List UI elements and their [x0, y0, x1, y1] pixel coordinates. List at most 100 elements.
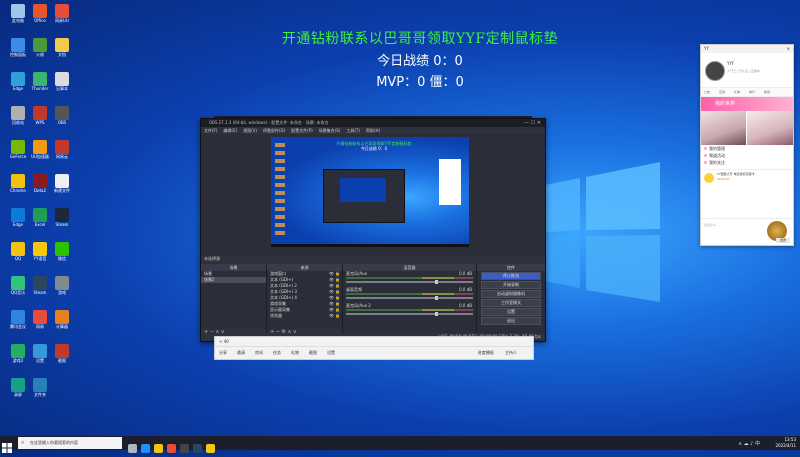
app-icon — [33, 72, 47, 86]
menu-item[interactable]: 停靠部件(D) — [263, 128, 285, 133]
preview-chat — [439, 159, 461, 205]
mixer-channel: 麦克风/Aux 0.0 dB — [343, 271, 476, 287]
volume-slider[interactable] — [346, 280, 473, 284]
room-action-button[interactable]: 任务 — [273, 350, 281, 355]
room-action-button[interactable]: 截图 — [309, 350, 317, 355]
control-button[interactable]: 设置 — [481, 308, 541, 316]
lock-icon[interactable]: 🔒 — [335, 313, 340, 319]
system-tray-icons[interactable]: ∧ ☁ ♪ 中 — [738, 440, 760, 447]
chrome-icon[interactable] — [167, 444, 176, 453]
chat-app-name: YY — [704, 46, 709, 51]
chat-tab[interactable]: 互动 — [719, 90, 725, 94]
obs-preview[interactable]: 开通钻粉联系以巴哥哥领取YYF定制鼠标垫 今日战绩 0：0 — [271, 137, 469, 247]
eye-icon[interactable]: 👁 — [329, 313, 334, 319]
stream-overlay: 开通钻粉联系以巴哥哥领取YYF定制鼠标垫 今日战绩 0：0 MVP：0 僵：0 — [260, 28, 580, 90]
desktop-icon-label: 文档 — [58, 52, 66, 57]
source-item[interactable]: 浏览器 👁 🔒 — [267, 313, 342, 319]
overlay-stats-line1: 今日战绩 0：0 — [377, 54, 463, 69]
photo-1[interactable] — [701, 111, 746, 145]
chat-tab[interactable]: 公告 — [704, 90, 710, 94]
control-button[interactable]: 工作室模式 — [481, 299, 541, 307]
menu-item[interactable]: 视图(V) — [243, 128, 257, 133]
taskbar-clock[interactable]: 13:53 2022/4/11 — [775, 437, 796, 449]
desktop-icon[interactable]: 截图 — [46, 344, 78, 372]
chat-tab[interactable]: 排行 — [749, 90, 755, 94]
chat-tabs: 公告 互动 礼物 排行 粉丝 — [701, 88, 793, 97]
control-button[interactable]: 开始录制 — [481, 281, 541, 289]
volume-meter — [346, 309, 473, 311]
steam-icon[interactable] — [193, 444, 202, 453]
desktop-icon[interactable]: 网易UU — [46, 4, 78, 32]
desktop-icon-label: 游戏 — [58, 290, 66, 295]
taskbar-search-input[interactable]: ⌕ 在这里输入你要搜索的内容 — [18, 437, 122, 449]
control-button[interactable]: 退出 — [481, 317, 541, 325]
room-toolbar-top[interactable]: < 40 — [215, 337, 533, 346]
controls-header: 控件 — [477, 264, 545, 271]
desktop-icon[interactable]: 文档 — [46, 38, 78, 66]
yy-icon[interactable] — [206, 444, 215, 453]
room-action-button[interactable]: 邀请 — [237, 350, 245, 355]
chat-list-item[interactable]: 我的管理 — [701, 145, 793, 152]
volume-slider[interactable] — [346, 312, 473, 316]
edge-icon[interactable] — [141, 444, 150, 453]
close-icon[interactable]: ✕ — [787, 45, 790, 53]
app-icon — [11, 276, 25, 290]
mixer-channel-name: 麦克风/Aux 2 — [346, 303, 371, 308]
desktop-icon[interactable]: 游戏 — [46, 276, 78, 304]
room-action-button[interactable]: 分享 — [219, 350, 227, 355]
desktop-icon-label: 文件夹 — [34, 392, 46, 397]
sources-list: 游戏窗口 👁 🔒 文本 (GDI+) 👁 🔒 文本 (GDI+) 2 👁 🔒 文本 (GDI+) … — [267, 271, 342, 319]
desktop-icon[interactable]: 文件夹 — [24, 378, 56, 406]
obs-title-text: OBS 27.1.3 (64-bit, windows) - 配置文件: 未命名… — [209, 120, 329, 125]
send-button[interactable]: 发送 — [776, 238, 790, 243]
photo-2[interactable] — [747, 111, 793, 145]
control-button[interactable]: 启动虚拟摄像机 — [481, 290, 541, 298]
window-controls[interactable]: — ☐ ✕ — [524, 119, 541, 127]
chat-list-item[interactable]: 我的关注 — [701, 159, 793, 166]
desktop-icon[interactable]: 网易云 — [46, 140, 78, 168]
chat-banner[interactable]: 我的世界 — [701, 97, 793, 111]
obs-source-status: 未选择源 — [201, 255, 545, 263]
search-icon: ⌕ — [21, 439, 25, 446]
control-button[interactable]: 停止推流 — [481, 272, 541, 280]
gift-icon — [704, 173, 714, 183]
chat-tab[interactable]: 礼物 — [734, 90, 740, 94]
desktop-icon[interactable]: Steam — [46, 208, 78, 236]
host-button[interactable]: 主持人 — [505, 350, 517, 355]
menu-item[interactable]: 场景集合(S) — [319, 128, 341, 133]
explorer-icon[interactable] — [154, 444, 163, 453]
desktop-icon[interactable]: 记事本 — [46, 72, 78, 100]
room-action-button[interactable]: 礼物 — [291, 350, 299, 355]
mixer-db-value: 0.0 dB — [459, 287, 472, 292]
room-action-button[interactable]: 房间 — [255, 350, 263, 355]
chat-input-area[interactable]: 说点什么... 发送 — [701, 218, 793, 245]
obs-window: OBS 27.1.3 (64-bit, windows) - 配置文件: 未命名… — [200, 118, 546, 342]
desktop-icon[interactable]: 新建文件 — [46, 174, 78, 202]
app-icon — [33, 242, 47, 256]
volume-slider-handle[interactable] — [434, 280, 438, 284]
room-action-button[interactable]: 设置 — [327, 350, 335, 355]
task-view-icon[interactable] — [128, 444, 137, 453]
menu-item[interactable]: 帮助(H) — [366, 128, 380, 133]
chat-tab[interactable]: 粉丝 — [764, 90, 770, 94]
obs-icon[interactable] — [180, 444, 189, 453]
desktop-icon[interactable]: 计算器 — [46, 310, 78, 338]
gift-item[interactable]: YY国民大厅·电竞鼠标高级卡 5000.00 — [701, 169, 793, 186]
volume-slider-handle[interactable] — [434, 296, 438, 300]
menu-item[interactable]: 配置文件(P) — [291, 128, 313, 133]
desktop-icon[interactable]: 微信 — [46, 242, 78, 270]
avatar[interactable] — [705, 61, 725, 81]
progress-report-button[interactable]: 进度播报 — [478, 350, 494, 355]
mixer-db-value: 0.0 dB — [459, 271, 472, 276]
volume-slider[interactable] — [346, 296, 473, 300]
desktop-icon[interactable]: OBS — [46, 106, 78, 134]
start-button[interactable] — [2, 438, 12, 453]
source-label: 文本 (GDI+) — [270, 277, 294, 282]
preview-icons — [275, 143, 285, 239]
volume-slider-handle[interactable] — [434, 312, 438, 316]
menu-item[interactable]: 文件(F) — [204, 128, 217, 133]
chat-list-item[interactable]: 频道活动 — [701, 152, 793, 159]
scene-item[interactable]: 场景2 — [201, 277, 266, 283]
menu-item[interactable]: 编辑(E) — [223, 128, 237, 133]
menu-item[interactable]: 工具(T) — [346, 128, 360, 133]
